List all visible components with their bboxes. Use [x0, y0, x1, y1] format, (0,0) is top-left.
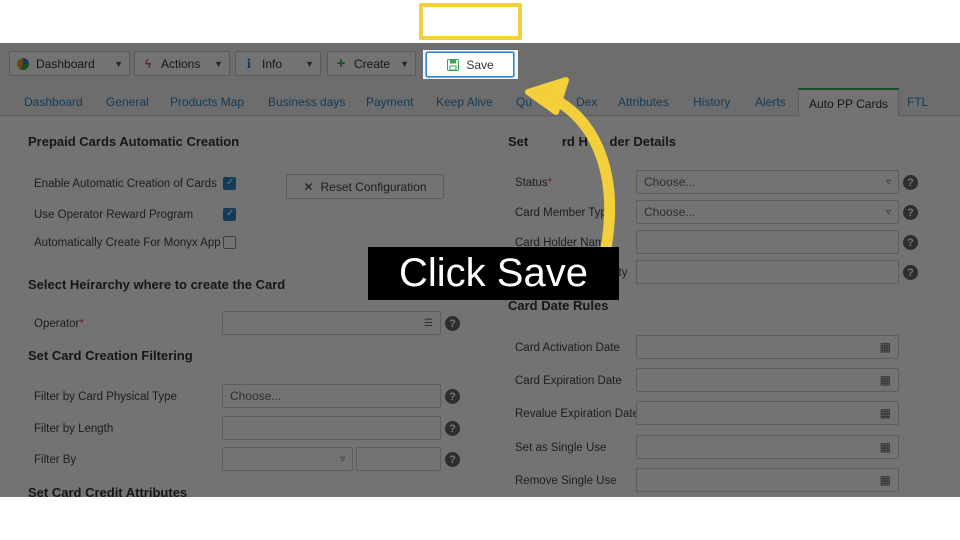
quantity-input[interactable]	[636, 260, 899, 284]
monyx-app-label: Automatically Create For Monyx App	[34, 237, 221, 249]
tab-auto-pp-cards[interactable]: Auto PP Cards	[798, 88, 900, 117]
save-spotlight: Save	[423, 50, 518, 79]
tab-ftl[interactable]: FTL	[907, 95, 928, 109]
help-icon[interactable]: ?	[903, 235, 918, 250]
single-use-input[interactable]: ▦	[636, 435, 899, 459]
section-title: Card Date Rules	[508, 298, 609, 313]
lightning-icon: ϟ	[144, 56, 152, 71]
help-icon[interactable]: ?	[445, 389, 460, 404]
info-button[interactable]: i Info ▼	[235, 51, 321, 76]
help-icon[interactable]: ?	[903, 175, 918, 190]
enable-creation-checkbox[interactable]	[223, 177, 236, 190]
remove-single-use-input[interactable]: ▦	[636, 468, 899, 492]
tab-alerts[interactable]: Alerts	[755, 95, 786, 109]
tab-attributes[interactable]: Attributes	[618, 95, 669, 109]
click-save-callout: Click Save	[368, 247, 619, 300]
help-icon[interactable]: ?	[445, 452, 460, 467]
plus-icon: +	[336, 55, 346, 72]
physical-type-label: Filter by Card Physical Type	[34, 391, 177, 403]
calendar-icon[interactable]: ▦	[880, 406, 891, 420]
length-input[interactable]	[222, 416, 441, 440]
chevron-down-icon: ▼	[214, 58, 223, 69]
section-title: Prepaid Cards Automatic Creation	[28, 134, 240, 149]
tab-bar: Dashboard General Products Map Business …	[0, 86, 960, 117]
card-member-type-label: Card Member Typ	[515, 207, 607, 219]
help-icon[interactable]: ?	[903, 265, 918, 280]
dashboard-button[interactable]: Dashboard ▼	[9, 51, 130, 76]
floppy-disk-icon	[446, 58, 460, 72]
physical-type-select[interactable]: Choose...	[222, 384, 441, 408]
status-label: Status*	[515, 177, 553, 189]
tab-history[interactable]: History	[693, 95, 730, 109]
reset-configuration-button[interactable]: ✕ Reset Configuration	[286, 174, 444, 199]
length-label: Filter by Length	[34, 423, 114, 435]
reward-program-checkbox[interactable]	[223, 208, 236, 221]
calendar-icon[interactable]: ▦	[880, 473, 891, 487]
calendar-icon[interactable]: ▦	[880, 440, 891, 454]
chevron-down-icon: ▼	[400, 58, 409, 69]
chevron-down-icon: ▿	[339, 453, 345, 465]
calendar-icon[interactable]: ▦	[880, 373, 891, 387]
operator-select[interactable]: ☰	[222, 311, 441, 335]
save-highlight-frame	[419, 3, 522, 40]
section-title: Select Heirarchy where to create the Car…	[28, 277, 286, 292]
tab-dashboard[interactable]: Dashboard	[24, 95, 83, 109]
operator-label: Operator*	[34, 318, 84, 330]
section-title: Set Card Creation Filtering	[28, 348, 193, 363]
tab-payment[interactable]: Payment	[366, 95, 413, 109]
remove-single-use-label: Remove Single Use	[515, 475, 617, 487]
filter-by-select[interactable]: ▿	[222, 447, 353, 471]
list-icon: ☰	[424, 317, 433, 329]
card-member-type-select[interactable]: Choose... ▿	[636, 200, 899, 224]
filter-by-label: Filter By	[34, 454, 77, 466]
activation-date-input[interactable]: ▦	[636, 335, 899, 359]
section-title: Set rd H der Details	[508, 134, 676, 149]
chevron-down-icon: ▼	[305, 58, 314, 69]
info-icon: i	[246, 56, 252, 71]
create-button[interactable]: + Create ▼	[327, 51, 416, 76]
tab-dex[interactable]: Dex	[576, 95, 597, 109]
monyx-app-checkbox[interactable]	[223, 236, 236, 249]
chevron-down-icon: ▿	[885, 176, 891, 188]
actions-button[interactable]: ϟ Actions ▼	[134, 51, 230, 76]
activation-date-label: Card Activation Date	[515, 342, 620, 354]
save-button[interactable]: Save	[426, 52, 514, 77]
tab-keep-alive[interactable]: Keep Alive	[436, 95, 493, 109]
status-select[interactable]: Choose... ▿	[636, 170, 899, 194]
form-content: Prepaid Cards Automatic Creation Enable …	[0, 117, 960, 497]
calendar-icon[interactable]: ▦	[880, 340, 891, 354]
expiration-date-label: Card Expiration Date	[515, 375, 622, 387]
filter-by-value-input[interactable]	[356, 447, 441, 471]
enable-creation-label: Enable Automatic Creation of Cards	[34, 178, 217, 190]
tab-products-map[interactable]: Products Map	[170, 95, 244, 109]
tab-business-days[interactable]: Business days	[268, 95, 345, 109]
expiration-date-input[interactable]: ▦	[636, 368, 899, 392]
reward-program-label: Use Operator Reward Program	[34, 209, 194, 221]
section-title: Set Card Credit Attributes	[28, 485, 188, 497]
tab-qu[interactable]: Qu	[516, 95, 532, 109]
card-holder-name-input[interactable]	[636, 230, 899, 254]
chevron-down-icon: ▼	[114, 58, 123, 69]
single-use-label: Set as Single Use	[515, 442, 607, 454]
pie-chart-icon	[16, 57, 30, 71]
close-icon: ✕	[303, 179, 314, 194]
help-icon[interactable]: ?	[903, 205, 918, 220]
help-icon[interactable]: ?	[445, 421, 460, 436]
help-icon[interactable]: ?	[445, 316, 460, 331]
revalue-expiration-input[interactable]: ▦	[636, 401, 899, 425]
chevron-down-icon: ▿	[885, 206, 891, 218]
revalue-expiration-label: Revalue Expiration Date	[515, 408, 640, 420]
tab-general[interactable]: General	[106, 95, 149, 109]
